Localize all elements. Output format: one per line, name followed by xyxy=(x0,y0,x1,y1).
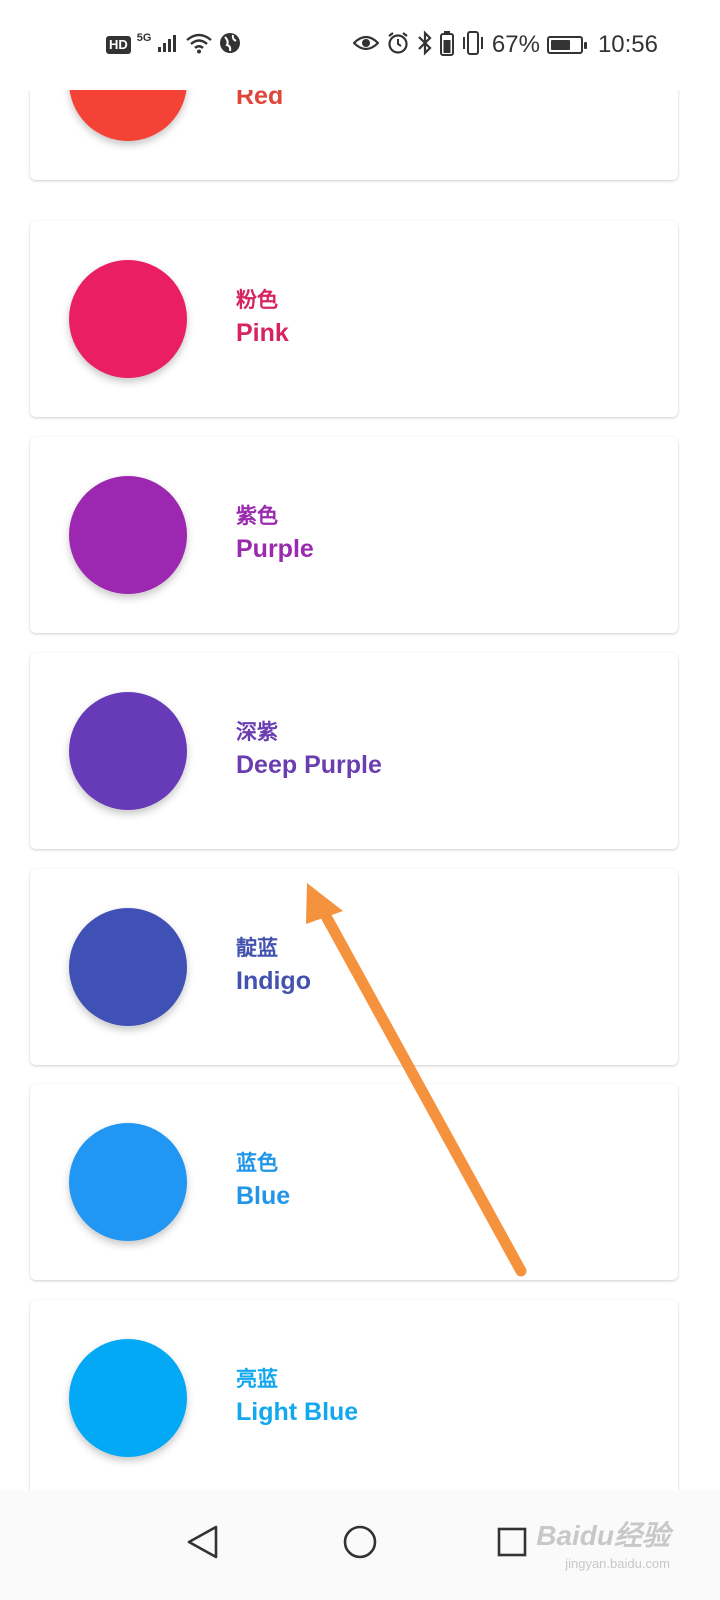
color-name-en: Blue xyxy=(236,1182,291,1210)
alarm-icon xyxy=(386,31,410,60)
navigation-bar: Baidu经验 jingyan.baidu.com xyxy=(0,1490,720,1600)
back-icon[interactable] xyxy=(173,1512,233,1572)
color-swatch xyxy=(69,1123,187,1241)
color-name-zh: 靛蓝 xyxy=(236,937,278,960)
color-swatch xyxy=(69,476,187,594)
recents-icon[interactable] xyxy=(482,1512,542,1572)
battery-icon xyxy=(546,36,587,54)
color-card-pink[interactable]: 粉色 Pink xyxy=(30,221,678,417)
battery-saver-icon xyxy=(439,30,454,61)
watermark-title: Baidu经验 xyxy=(536,1520,670,1551)
color-swatch xyxy=(69,1339,187,1457)
network-type-label: 5G xyxy=(136,32,152,44)
vibrate-icon xyxy=(461,30,485,61)
color-name-en: Indigo xyxy=(236,967,311,995)
battery-fill xyxy=(550,40,570,50)
color-name-zh: 深紫 xyxy=(236,721,278,744)
color-swatch xyxy=(69,692,187,810)
color-card-light-blue[interactable]: 亮蓝 Light Blue xyxy=(30,1300,678,1496)
color-card-indigo[interactable]: 靛蓝 Indigo xyxy=(30,869,678,1065)
bluetooth-icon xyxy=(417,29,433,61)
color-swatch xyxy=(69,260,187,378)
color-list[interactable]: 红色 Red 粉色 Pink 紫色 Purple 深紫 Deep Purple … xyxy=(0,0,720,1600)
status-right: 67% 10:56 xyxy=(352,28,658,62)
color-name-en: Light Blue xyxy=(236,1398,359,1426)
color-card-deep-purple[interactable]: 深紫 Deep Purple xyxy=(30,653,678,849)
home-icon[interactable] xyxy=(330,1512,390,1572)
color-card-blue[interactable]: 蓝色 Blue xyxy=(30,1084,678,1280)
color-name-en: Deep Purple xyxy=(236,751,382,779)
signal-icon xyxy=(157,33,179,58)
color-name-zh: 蓝色 xyxy=(236,1152,278,1175)
color-swatch xyxy=(69,908,187,1026)
color-name-zh: 粉色 xyxy=(236,289,278,312)
color-name-zh: 亮蓝 xyxy=(236,1368,278,1391)
color-name-zh: 紫色 xyxy=(236,505,278,528)
status-bar: HD 5G 67% 10:56 xyxy=(0,0,720,90)
eye-icon xyxy=(352,34,380,57)
color-name-en: Pink xyxy=(236,319,289,347)
hd-badge: HD xyxy=(106,36,131,54)
clock: 10:56 xyxy=(597,31,658,58)
color-name-en: Purple xyxy=(236,535,314,563)
color-card-purple[interactable]: 紫色 Purple xyxy=(30,437,678,633)
watermark-url: jingyan.baidu.com xyxy=(565,1556,670,1571)
status-left: HD 5G xyxy=(106,30,241,60)
wifi-icon xyxy=(185,32,213,59)
watermark: Baidu经验 jingyan.baidu.com xyxy=(536,1514,670,1571)
globe-icon xyxy=(219,32,241,59)
battery-percent: 67% xyxy=(491,31,540,58)
